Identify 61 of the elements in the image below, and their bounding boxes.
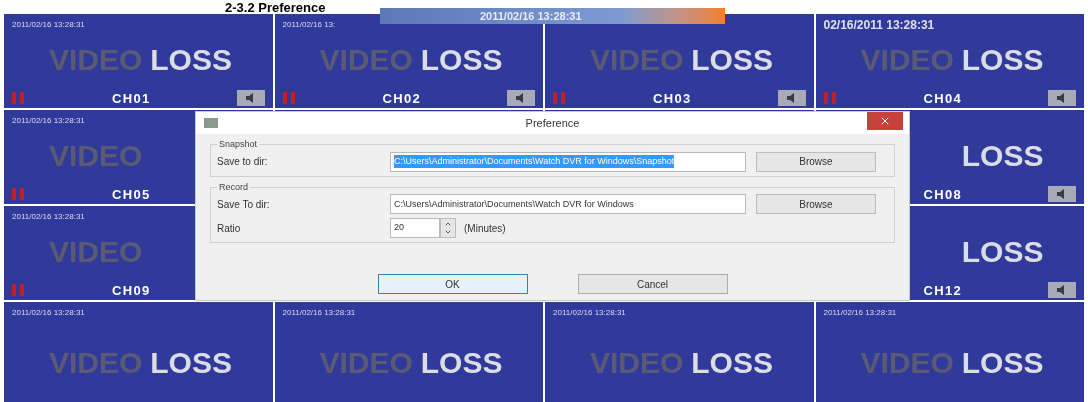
- speaker-button[interactable]: [236, 90, 265, 106]
- field-label: Save To dir:: [217, 197, 271, 212]
- path-field[interactable]: C:\Users\Administrator\Documents\Watch DVR for Windows: [390, 194, 746, 214]
- down-icon: [444, 228, 452, 236]
- record-marks-icon: [553, 92, 567, 104]
- speaker-button[interactable]: [777, 90, 806, 106]
- record-marks-icon: [823, 92, 838, 104]
- timestamp: 2011/02/16 13:28:31: [823, 309, 897, 317]
- ratio-field[interactable]: 20: [390, 218, 440, 238]
- loss-text: LOSS: [961, 347, 1044, 378]
- timestamp: 2011/02/16 13:: [282, 21, 336, 29]
- speaker-button[interactable]: [1048, 282, 1076, 298]
- group-legend: Record: [217, 180, 250, 194]
- group-legend: Snapshot: [217, 138, 260, 152]
- dialog-title: Preference: [525, 115, 580, 131]
- dialog-button[interactable]: OK: [377, 274, 528, 294]
- overlay-time: 2011/02/16 13:28:31: [480, 10, 582, 22]
- spin-button[interactable]: [440, 218, 456, 238]
- loss-text: LOSS: [691, 347, 773, 378]
- loss-text: LOSS: [420, 45, 503, 75]
- channel-label: CH02: [382, 91, 421, 105]
- loss-text: LOSS: [961, 237, 1044, 267]
- channel-label: CH05: [112, 187, 151, 201]
- channel-label: CH09: [112, 283, 151, 297]
- timestamp: 2011/02/16 13:28:31: [553, 309, 626, 317]
- speaker-button[interactable]: [507, 90, 535, 106]
- browse-button[interactable]: Browse: [756, 151, 876, 172]
- close-icon: [879, 115, 891, 127]
- timestamp: 2011/02/16 13:28:31: [12, 117, 85, 125]
- channel-label: CH04: [923, 91, 962, 105]
- up-icon: [444, 220, 452, 228]
- loss-text: LOSS: [150, 347, 232, 378]
- timestamp: 2011/02/16 13:28:31: [12, 21, 85, 29]
- channel-label: CH08: [923, 187, 962, 201]
- loss-text: LOSS: [961, 45, 1044, 75]
- timestamp: 2011/02/16 13:28:31: [12, 309, 85, 317]
- channel-label: CH12: [923, 283, 962, 297]
- loss-text: LOSS: [691, 45, 773, 75]
- record-marks-icon: [282, 92, 297, 104]
- browse-button[interactable]: Browse: [756, 194, 876, 214]
- record-marks-icon: [12, 284, 26, 296]
- channel-label: CH01: [112, 91, 151, 105]
- app-icon: [204, 118, 218, 128]
- field-label: Save to dir:: [217, 155, 269, 169]
- timestamp: 2011/02/16 13:28:31: [12, 213, 85, 221]
- record-marks-icon: [12, 92, 26, 104]
- path-value: C:\Users\Administrator\Documents\Watch DVR for Windows: [394, 197, 634, 211]
- section-heading: 2-3.2 Preference: [225, 0, 326, 14]
- unit-label: (Minutes): [464, 221, 506, 236]
- loss-text: LOSS: [150, 45, 232, 75]
- channel-label: CH03: [653, 91, 692, 105]
- timestamp: 02/16/2011 13:28:31: [823, 19, 935, 31]
- loss-text: LOSS: [420, 347, 503, 378]
- record-marks-icon: [12, 188, 26, 200]
- ratio-value: 20: [394, 221, 404, 235]
- timestamp: 2011/02/16 13:28:31: [282, 309, 356, 317]
- loss-text: LOSS: [961, 141, 1044, 171]
- field-label: Ratio: [217, 221, 242, 236]
- speaker-button[interactable]: [1048, 186, 1076, 202]
- speaker-button[interactable]: [1048, 90, 1076, 106]
- dialog-button[interactable]: Cancel: [577, 274, 728, 294]
